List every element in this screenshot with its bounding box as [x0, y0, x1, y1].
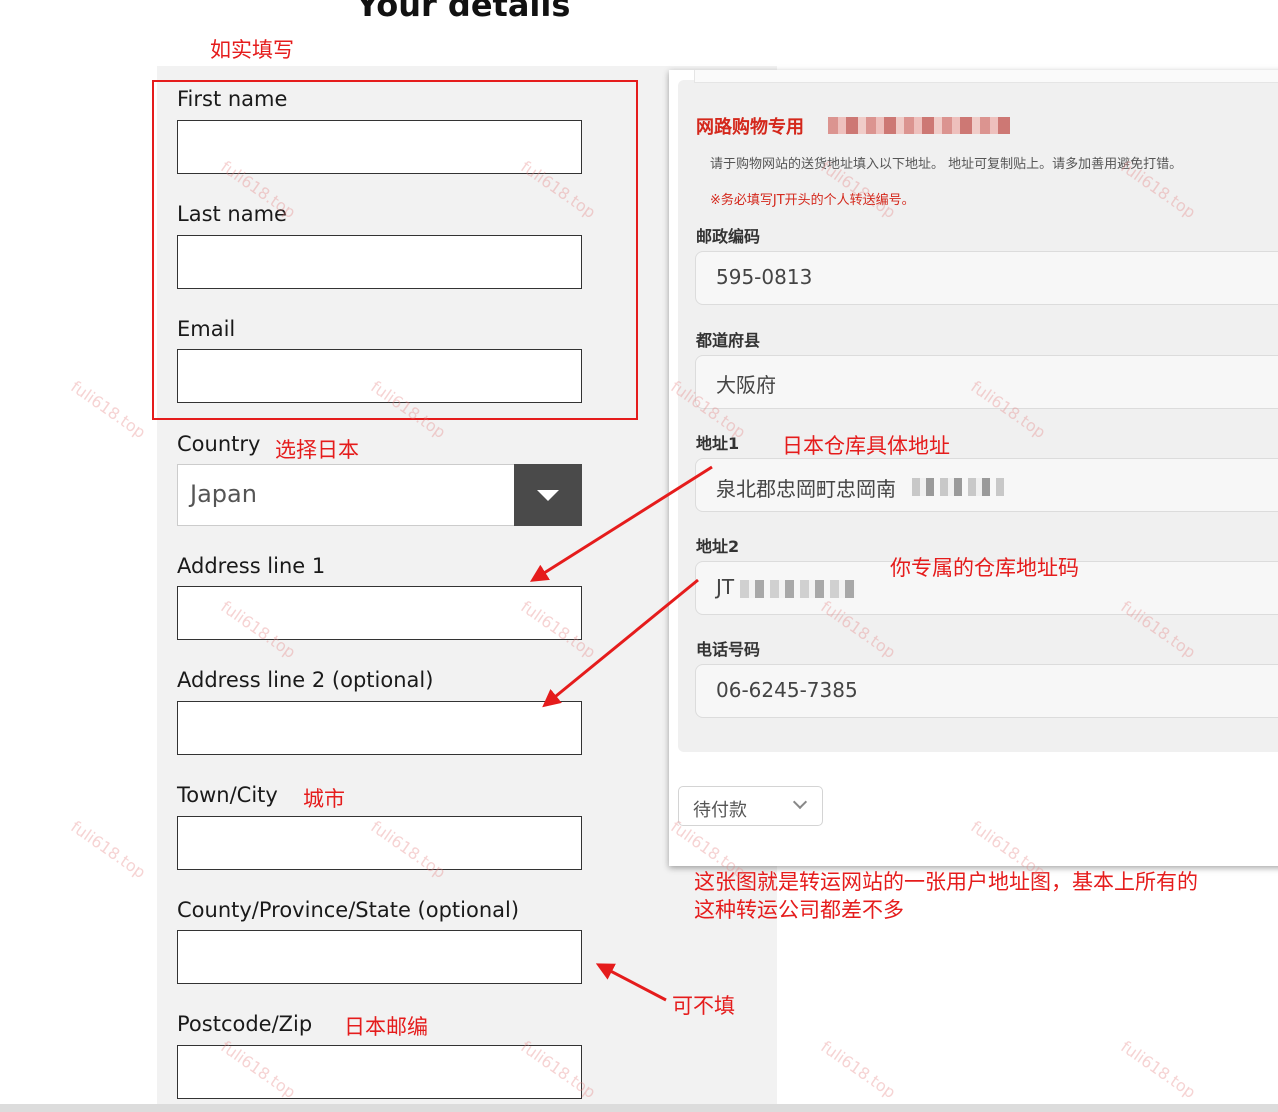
- arrow-to-county-field: [595, 963, 667, 1002]
- bottom-scroll-bar[interactable]: [0, 1104, 1278, 1112]
- annotation-arrows: [529, 465, 713, 1002]
- arrow-to-address-line1: [529, 465, 713, 582]
